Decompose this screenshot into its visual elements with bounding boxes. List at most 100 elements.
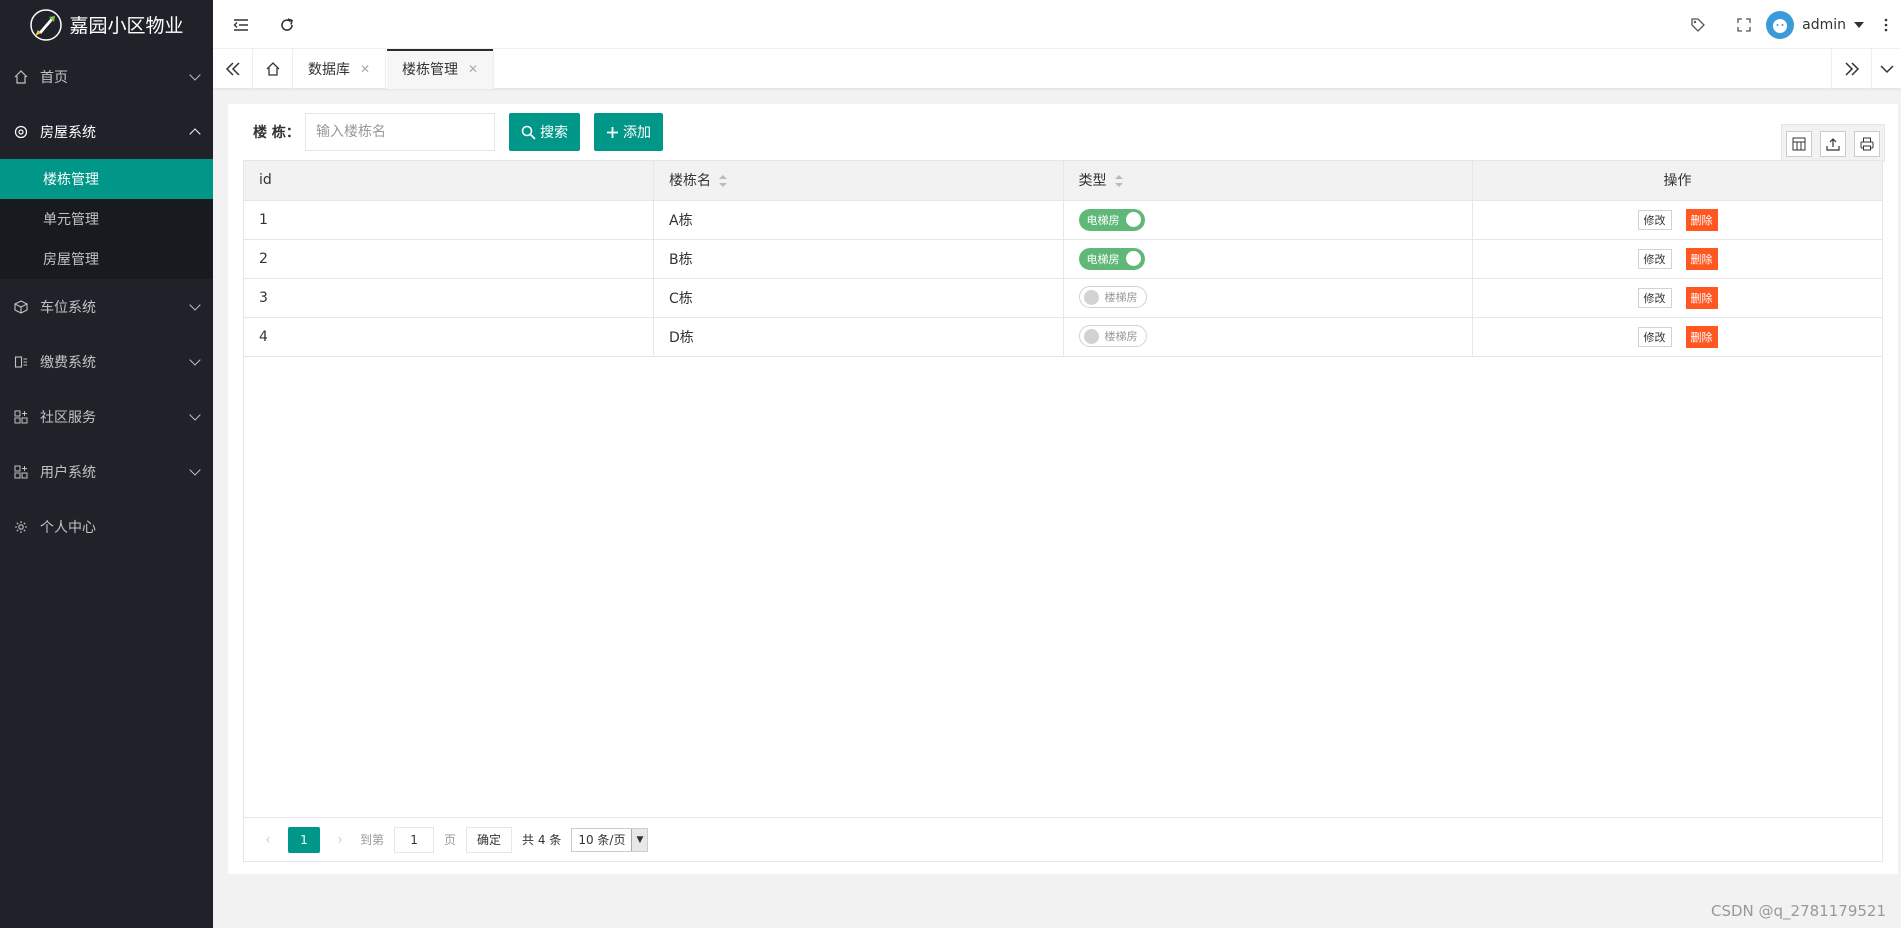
sort-icon[interactable] xyxy=(719,175,727,188)
sidebar-item-users[interactable]: 用户系统 xyxy=(0,444,213,499)
edit-button[interactable]: 修改 xyxy=(1637,209,1672,230)
goto-page-input[interactable] xyxy=(394,826,435,853)
type-switch[interactable]: 楼梯房 xyxy=(1078,286,1147,309)
tab-database[interactable]: 数据库 ✕ xyxy=(293,49,387,89)
close-icon[interactable]: ✕ xyxy=(360,62,370,76)
edit-button[interactable]: 修改 xyxy=(1637,326,1672,347)
cell-name: A栋 xyxy=(653,200,1064,240)
tab-building-management[interactable]: 楼栋管理 ✕ xyxy=(387,49,495,89)
tab-label: 楼栋管理 xyxy=(402,62,458,78)
cell-name: B栋 xyxy=(653,239,1064,279)
tag-icon xyxy=(1691,17,1705,32)
home-tab[interactable] xyxy=(253,49,293,89)
refresh-button[interactable] xyxy=(267,0,307,49)
edit-button[interactable]: 修改 xyxy=(1637,287,1672,308)
more-options-button[interactable] xyxy=(1871,0,1901,49)
app-logo[interactable]: 嘉园小区物业 xyxy=(0,0,213,49)
collapse-sidebar-button[interactable] xyxy=(221,0,261,49)
tabs-menu-button[interactable] xyxy=(1871,49,1901,89)
goto-confirm-button[interactable]: 确定 xyxy=(466,826,513,853)
tag-button[interactable] xyxy=(1678,0,1718,49)
tabs-scroll-right-button[interactable] xyxy=(1831,49,1871,89)
switch-knob xyxy=(1125,251,1141,266)
sidebar-item-unit[interactable]: 单元管理 xyxy=(0,199,213,239)
current-page[interactable]: 1 xyxy=(288,826,320,853)
search-button-label: 搜索 xyxy=(540,125,568,141)
switch-knob xyxy=(1125,212,1141,227)
print-button[interactable] xyxy=(1854,130,1880,157)
double-chevron-left-icon xyxy=(225,62,240,76)
add-button[interactable]: 添加 xyxy=(594,113,663,151)
home-icon xyxy=(266,62,279,76)
sidebar-item-label: 个人中心 xyxy=(40,519,96,536)
cube-icon xyxy=(14,299,28,314)
search-label: 楼 栋： xyxy=(253,125,300,141)
search-button[interactable]: 搜索 xyxy=(509,113,580,151)
delete-button[interactable]: 删除 xyxy=(1685,286,1718,309)
avatar xyxy=(1766,10,1795,39)
user-menu[interactable]: admin xyxy=(1766,0,1864,49)
sidebar-item-community[interactable]: 社区服务 xyxy=(0,389,213,444)
chevron-up-icon xyxy=(189,127,201,140)
cell-name: C栋 xyxy=(653,278,1064,318)
switch-label: 电梯房 xyxy=(1086,252,1120,266)
type-switch[interactable]: 电梯房 xyxy=(1078,208,1145,231)
sidebar-item-house[interactable]: 房屋管理 xyxy=(0,239,213,279)
sidebar: 嘉园小区物业 首页 房屋系统 楼栋管理 单元管理 房屋管理 车位系统 缴费系统 … xyxy=(0,0,213,928)
sidebar-item-label: 车位系统 xyxy=(40,299,96,316)
cell-actions: 修改 删除 xyxy=(1472,200,1882,240)
delete-button[interactable]: 删除 xyxy=(1685,247,1718,270)
username: admin xyxy=(1802,16,1846,33)
double-chevron-right-icon xyxy=(1844,62,1859,76)
sort-icon[interactable] xyxy=(1114,175,1123,188)
column-header-label: 类型 xyxy=(1078,173,1107,190)
prev-page-button[interactable]: ‹ xyxy=(258,832,278,848)
close-icon[interactable]: ✕ xyxy=(468,62,478,76)
edit-button[interactable]: 修改 xyxy=(1637,248,1672,269)
avatar-face-icon xyxy=(1773,18,1788,33)
delete-button[interactable]: 删除 xyxy=(1685,325,1718,348)
table-toolbar xyxy=(1781,124,1885,162)
column-header-label: 楼栋名 xyxy=(669,173,711,190)
columns-filter-button[interactable] xyxy=(1786,130,1812,157)
cell-type: 楼梯房 xyxy=(1063,317,1473,357)
columns-icon xyxy=(1792,137,1806,150)
top-header: admin xyxy=(213,0,1901,49)
sidebar-item-payment[interactable]: 缴费系统 xyxy=(0,334,213,389)
type-switch[interactable]: 楼梯房 xyxy=(1078,325,1147,348)
sidebar-item-label: 用户系统 xyxy=(40,464,96,481)
sidebar-item-profile[interactable]: 个人中心 xyxy=(0,499,213,554)
column-header-name[interactable]: 楼栋名 xyxy=(653,161,1064,201)
export-button[interactable] xyxy=(1820,130,1846,157)
type-switch[interactable]: 电梯房 xyxy=(1078,247,1145,270)
sidebar-item-building[interactable]: 楼栋管理 xyxy=(0,159,213,199)
home-icon xyxy=(14,69,28,84)
cell-type: 楼梯房 xyxy=(1063,278,1473,318)
tabs-scroll-left-button[interactable] xyxy=(213,49,253,89)
bill-icon xyxy=(14,355,27,368)
chevron-down-icon xyxy=(189,68,201,81)
apps-icon xyxy=(14,465,28,478)
building-name-input[interactable] xyxy=(305,113,495,151)
chevron-down-icon xyxy=(189,408,201,421)
cell-id: 2 xyxy=(244,239,654,279)
column-header-type[interactable]: 类型 xyxy=(1063,161,1473,201)
page-size-select[interactable]: 10 条/页 ▼ xyxy=(571,827,649,852)
sidebar-item-label: 缴费系统 xyxy=(40,354,96,371)
sidebar-item-housing[interactable]: 房屋系统 xyxy=(0,104,213,159)
cell-actions: 修改 删除 xyxy=(1472,317,1882,357)
add-button-label: 添加 xyxy=(623,125,651,141)
search-form: 楼 栋： 搜索 添加 xyxy=(253,113,663,151)
sidebar-item-home[interactable]: 首页 xyxy=(0,49,213,104)
sidebar-item-parking[interactable]: 车位系统 xyxy=(0,279,213,334)
fullscreen-icon xyxy=(1737,17,1751,32)
page-size-value: 10 条/页 xyxy=(578,833,626,847)
next-page-button[interactable]: › xyxy=(330,832,350,848)
cell-type: 电梯房 xyxy=(1063,200,1473,240)
fullscreen-button[interactable] xyxy=(1724,0,1764,49)
search-icon xyxy=(521,125,536,140)
table-header-row: id 楼栋名 类型 操作 xyxy=(244,161,1882,201)
settings-icon xyxy=(15,520,27,533)
delete-button[interactable]: 删除 xyxy=(1685,208,1718,231)
chevron-down-icon xyxy=(1879,65,1894,74)
